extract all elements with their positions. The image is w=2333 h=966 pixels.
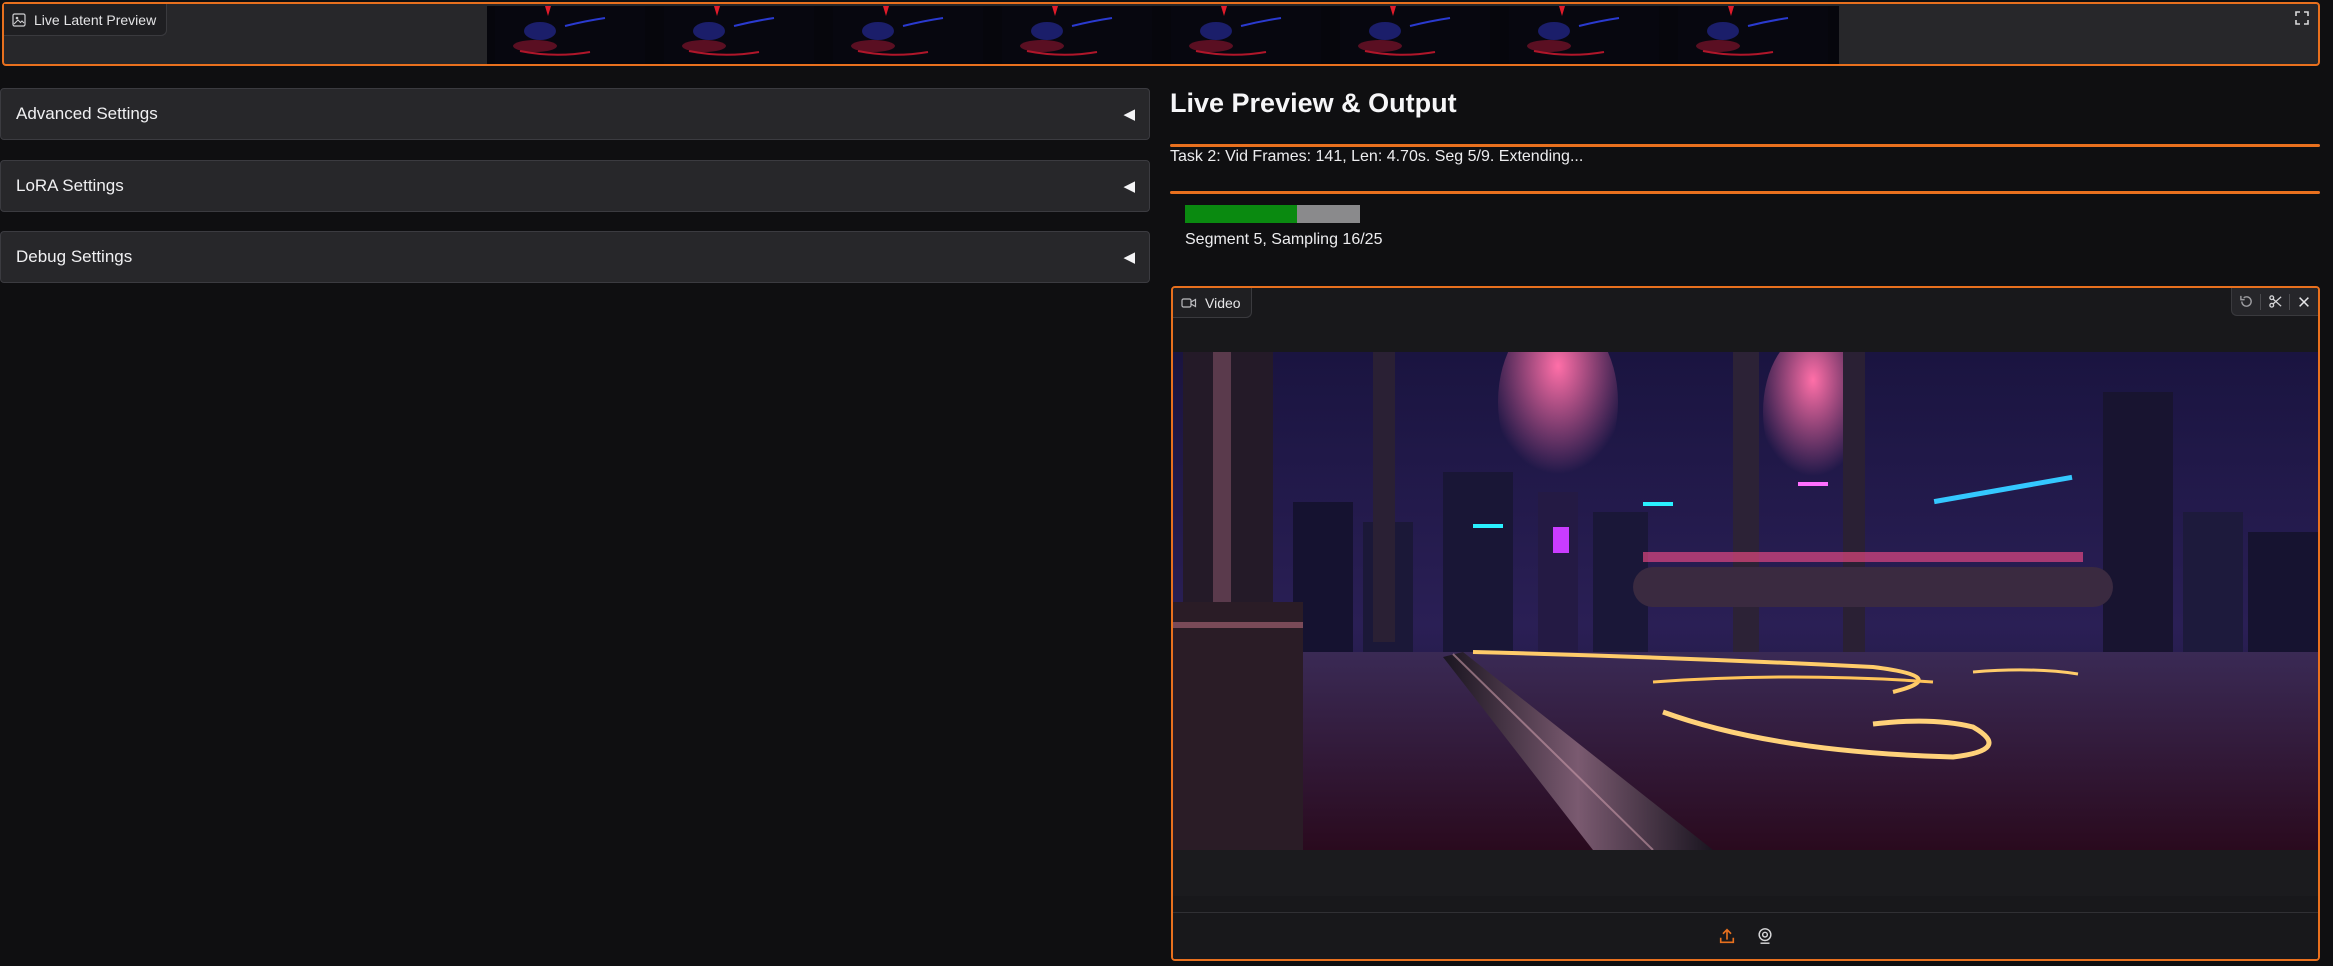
video-source-footer: [1173, 912, 2318, 959]
latent-preview-title: Live Latent Preview: [34, 11, 157, 28]
video-frame-image: [1173, 352, 2318, 850]
accordion-label: LoRA Settings: [16, 176, 124, 195]
accordion-label: Debug Settings: [16, 247, 133, 266]
image-icon: [12, 12, 26, 27]
latent-frame-thumbnail: [664, 6, 814, 64]
scissors-icon[interactable]: [2261, 288, 2289, 316]
video-camera-icon: [1181, 297, 1197, 308]
video-panel: Video: [1171, 286, 2320, 961]
accordion-label: Advanced Settings: [16, 104, 158, 123]
fullscreen-icon[interactable]: [2292, 8, 2312, 28]
video-tab-label: Video: [1205, 294, 1241, 311]
accordion-advanced-settings[interactable]: Advanced Settings ◀: [0, 88, 1150, 140]
divider: [1170, 144, 2320, 147]
task-status-text: Task 2: Vid Frames: 141, Len: 4.70s. Seg…: [1170, 148, 1584, 165]
video-tab: Video: [1173, 288, 1252, 318]
latent-frame-thumbnail: [495, 6, 645, 64]
latent-preview-label: Live Latent Preview: [4, 4, 168, 36]
video-toolbar: [2231, 288, 2318, 316]
divider: [1170, 191, 2320, 194]
collapse-arrow-icon: ◀: [1123, 249, 1135, 266]
video-controls-bar: [1173, 850, 2318, 896]
latent-frame-thumbnail: [833, 6, 983, 64]
undo-icon[interactable]: [2232, 288, 2260, 316]
accordion-debug-settings[interactable]: Debug Settings ◀: [0, 231, 1150, 283]
latent-frame-thumbnail: [1002, 6, 1152, 64]
progress-bar: [1185, 205, 1360, 223]
latent-frame-thumbnail: [1509, 6, 1659, 64]
upload-icon[interactable]: [1715, 924, 1739, 948]
accordion-lora-settings[interactable]: LoRA Settings ◀: [0, 160, 1150, 212]
latent-frame-thumbnail: [1678, 6, 1828, 64]
latent-frames-strip: [487, 6, 1839, 64]
latent-preview-panel: Live Latent Preview: [2, 2, 2320, 66]
video-player[interactable]: [1173, 352, 2318, 850]
collapse-arrow-icon: ◀: [1123, 106, 1135, 123]
page-title: Live Preview & Output: [1170, 88, 1457, 118]
collapse-arrow-icon: ◀: [1123, 178, 1135, 195]
progress-bar-fill: [1185, 205, 1297, 223]
progress-text: Segment 5, Sampling 16/25: [1185, 231, 1383, 248]
latent-frame-thumbnail: [1340, 6, 1490, 64]
webcam-icon[interactable]: [1753, 924, 1777, 948]
close-icon[interactable]: [2290, 288, 2318, 316]
latent-frame-thumbnail: [1171, 6, 1321, 64]
